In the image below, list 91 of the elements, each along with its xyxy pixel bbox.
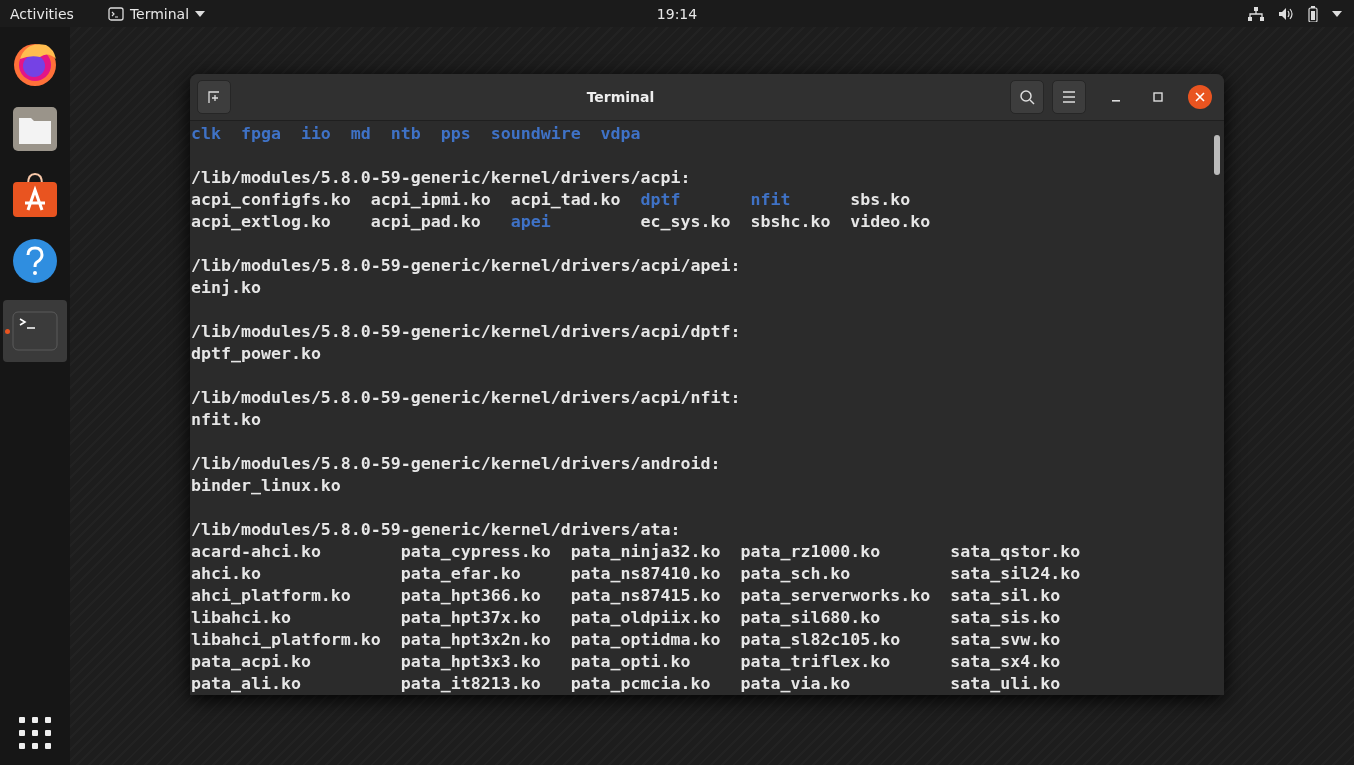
- file-name: ahci.ko: [191, 563, 262, 585]
- menu-button[interactable]: [1052, 80, 1086, 114]
- directory-name: md: [350, 123, 371, 145]
- file-name: sata_sil24.ko: [950, 563, 1081, 585]
- file-name: nfit.ko: [191, 409, 261, 431]
- directory-name: dptf: [640, 189, 682, 211]
- app-grid-icon[interactable]: [19, 717, 51, 749]
- file-name: libahci_platform.ko: [191, 629, 381, 651]
- terminal-icon: [12, 311, 58, 351]
- running-indicator: [5, 329, 10, 334]
- file-name: acpi_configfs.ko: [191, 189, 351, 211]
- new-tab-icon: [206, 89, 222, 105]
- menu-icon: [1062, 91, 1076, 103]
- directory-heading: /lib/modules/5.8.0-59-generic/kernel/drivers/acpi/nfit:: [191, 387, 742, 409]
- caret-icon: [195, 10, 206, 17]
- file-name: dptf_power.ko: [191, 343, 321, 365]
- search-button[interactable]: [1010, 80, 1044, 114]
- network-icon[interactable]: [1248, 6, 1264, 21]
- file-name: pata_efar.ko: [400, 563, 522, 585]
- file-name: pata_serverworks.ko: [740, 585, 931, 607]
- file-name: pata_cypress.ko: [400, 541, 551, 563]
- file-name: pata_sl82c105.ko: [740, 629, 902, 651]
- file-name: pata_acpi.ko: [191, 651, 312, 673]
- maximize-icon: [1153, 92, 1163, 102]
- file-name: ec_sys.ko: [640, 211, 731, 233]
- directory-name: nfit: [750, 189, 792, 211]
- directory-name: vdpa: [600, 123, 641, 145]
- file-name: pata_triflex.ko: [740, 651, 892, 673]
- file-name: pata_ns87410.ko: [570, 563, 721, 585]
- file-name: sata_qstor.ko: [950, 541, 1081, 563]
- app-menu[interactable]: Terminal: [107, 5, 206, 22]
- file-name: pata_hpt366.ko: [400, 585, 542, 607]
- file-name: libahci.ko: [191, 607, 292, 629]
- directory-heading: /lib/modules/5.8.0-59-generic/kernel/drivers/android:: [191, 453, 722, 475]
- directory-heading: /lib/modules/5.8.0-59-generic/kernel/drivers/acpi/dptf:: [191, 321, 742, 343]
- directory-name: fpga: [240, 123, 281, 145]
- file-name: sata_sis.ko: [950, 607, 1062, 629]
- shopping-bag-icon: [12, 172, 58, 218]
- caret-icon[interactable]: [1332, 10, 1342, 17]
- volume-icon[interactable]: [1278, 6, 1294, 21]
- directory-name: pps: [440, 123, 471, 145]
- directory-heading: /lib/modules/5.8.0-59-generic/kernel/drivers/acpi/apei:: [191, 255, 742, 277]
- directory-name: soundwire: [490, 123, 581, 145]
- directory-name: iio: [300, 123, 331, 145]
- battery-icon[interactable]: [1308, 5, 1318, 22]
- close-button[interactable]: [1188, 85, 1212, 109]
- file-name: pata_it8213.ko: [400, 673, 542, 695]
- file-name: pata_oldpiix.ko: [570, 607, 721, 629]
- terminal-icon: [107, 6, 124, 21]
- file-name: acpi_ipmi.ko: [370, 189, 491, 211]
- file-name: pata_opti.ko: [570, 651, 692, 673]
- file-name: sata_sx4.ko: [950, 651, 1062, 673]
- file-name: binder_linux.ko: [191, 475, 341, 497]
- file-name: acpi_extlog.ko: [191, 211, 332, 233]
- activities-button[interactable]: Activities: [10, 5, 74, 22]
- file-name: acpi_tad.ko: [510, 189, 621, 211]
- directory-heading: /lib/modules/5.8.0-59-generic/kernel/drivers/ata:: [191, 519, 682, 541]
- file-name: sata_sil.ko: [950, 585, 1062, 607]
- file-name: pata_pcmcia.ko: [570, 673, 712, 695]
- directory-heading: /lib/modules/5.8.0-59-generic/kernel/drivers/acpi:: [191, 167, 692, 189]
- file-name: pata_ns87415.ko: [570, 585, 721, 607]
- file-name: pata_hpt37x.ko: [400, 607, 542, 629]
- file-name: sata_uli.ko: [950, 673, 1062, 695]
- file-name: pata_sil680.ko: [740, 607, 882, 629]
- file-name: pata_hpt3x2n.ko: [400, 629, 551, 651]
- file-name: acard-ahci.ko: [191, 541, 322, 563]
- minimize-icon: [1112, 100, 1120, 102]
- file-name: pata_ninja32.ko: [570, 541, 721, 563]
- directory-name: clk: [191, 123, 221, 145]
- help-icon: [12, 238, 58, 284]
- clock[interactable]: 19:14: [656, 5, 698, 22]
- file-name: pata_rz1000.ko: [740, 541, 882, 563]
- file-name: pata_via.ko: [740, 673, 852, 695]
- file-name: pata_sch.ko: [740, 563, 852, 585]
- new-tab-button[interactable]: [197, 80, 231, 114]
- file-name: pata_ali.ko: [191, 673, 302, 695]
- file-name: ahci_platform.ko: [191, 585, 352, 607]
- directory-name: apei: [510, 211, 552, 233]
- file-name: acpi_pad.ko: [370, 211, 482, 233]
- file-name: pata_optidma.ko: [570, 629, 721, 651]
- folder-icon: [12, 106, 58, 152]
- file-name: sata_svw.ko: [950, 629, 1062, 651]
- close-icon: [1195, 92, 1205, 102]
- directory-name: ntb: [390, 123, 421, 145]
- window-title: Terminal: [585, 89, 656, 105]
- file-name: video.ko: [850, 211, 931, 233]
- file-name: sbs.ko: [850, 189, 912, 211]
- file-name: sbshc.ko: [750, 211, 831, 233]
- file-name: pata_hpt3x3.ko: [400, 651, 542, 673]
- search-icon: [1019, 89, 1035, 105]
- file-name: einj.ko: [191, 277, 261, 299]
